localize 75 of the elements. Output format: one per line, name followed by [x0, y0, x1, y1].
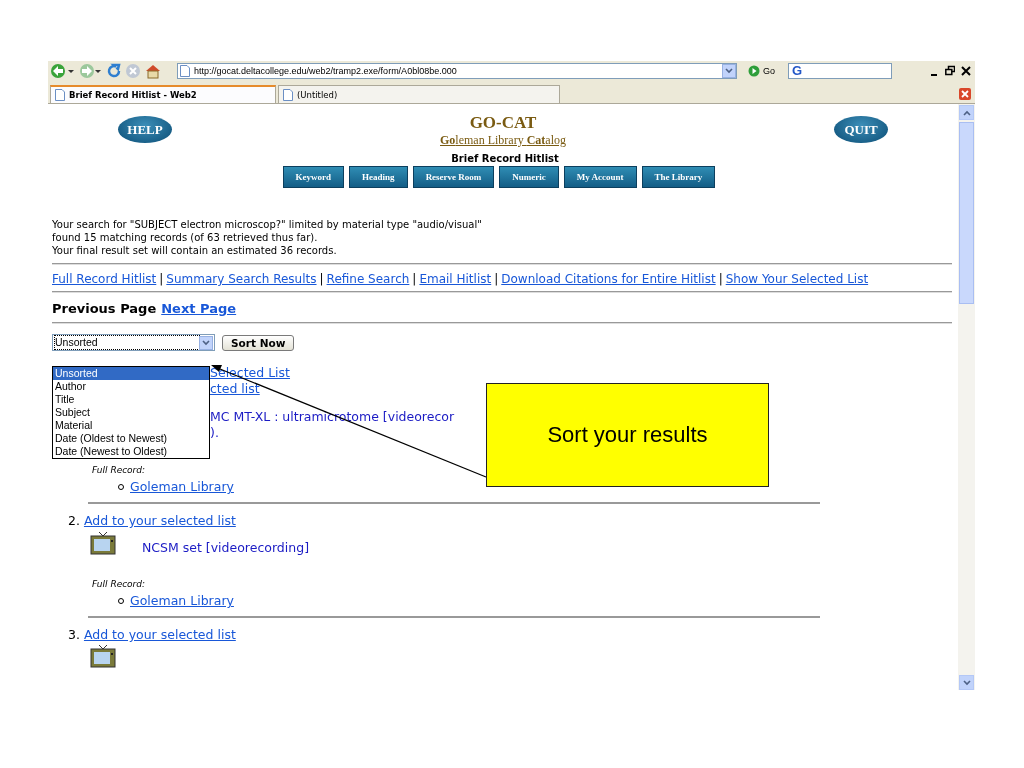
result-link[interactable]: Download Citations for Entire Hitlist: [501, 272, 716, 286]
scroll-up-button[interactable]: [959, 105, 974, 120]
sort-option[interactable]: Date (Newest to Oldest): [53, 445, 209, 458]
record-title: ).: [210, 425, 219, 441]
result-link[interactable]: Full Record Hitlist: [52, 272, 157, 286]
previous-page-label: Previous Page: [52, 301, 157, 316]
page-icon: [283, 88, 293, 101]
caret-icon: [962, 109, 971, 116]
browser-tab[interactable]: (Untitled): [278, 85, 560, 103]
sort-option[interactable]: Unsorted: [53, 367, 209, 380]
close-tab-icon[interactable]: [959, 88, 971, 100]
full-record-label: Full Record:: [92, 465, 147, 475]
tv-icon: [90, 530, 116, 555]
search-summary-line: Your final result set will contain an estimated 36 records.: [52, 244, 338, 257]
sort-option[interactable]: Material: [53, 419, 209, 432]
catalog-subtitle-link[interactable]: Goleman Library Catalog: [440, 132, 566, 148]
location-link[interactable]: Goleman Library: [130, 479, 234, 494]
result-link[interactable]: Email Hitlist: [419, 272, 492, 286]
page-icon: [180, 65, 190, 77]
link-separator: |: [412, 272, 417, 286]
nav-button[interactable]: Numeric: [499, 166, 559, 188]
browser-tab[interactable]: Brief Record Hitlist - Web2: [50, 85, 276, 103]
dropdown-button[interactable]: [199, 335, 213, 350]
close-icon[interactable]: [961, 65, 971, 77]
caret-icon: [202, 339, 210, 346]
search-summary-line: found 15 matching records (of 63 retrieved thus far).: [52, 231, 319, 244]
restore-icon[interactable]: [945, 65, 955, 77]
record-title: NCSM set [videorecording]: [142, 540, 309, 555]
play-icon: [748, 65, 760, 77]
result-link[interactable]: Show Your Selected List: [725, 272, 869, 286]
dropdown-button[interactable]: [722, 64, 736, 78]
link-separator: |: [494, 272, 499, 286]
add-to-list-link[interactable]: Add to your selected list: [83, 627, 236, 642]
caret-icon: [962, 679, 971, 686]
address-field[interactable]: http://gocat.deltacollege.edu/web2/tramp2.exe/form/A0bl08be.000: [177, 63, 737, 79]
caret-icon: [725, 68, 733, 74]
page-title: Brief Record Hitlist: [450, 153, 560, 164]
nav-button[interactable]: Reserve Room: [412, 166, 495, 188]
tv-icon: [90, 644, 116, 668]
quit-button[interactable]: QUIT: [834, 116, 888, 143]
nav-button[interactable]: The Library: [641, 166, 716, 188]
nav-button[interactable]: Keyword: [282, 166, 345, 188]
sort-now-button[interactable]: Sort Now: [222, 334, 295, 351]
result-link[interactable]: Refine Search: [326, 272, 410, 286]
sort-option[interactable]: Title: [53, 393, 209, 406]
location-link[interactable]: Goleman Library: [130, 593, 234, 608]
link-separator: |: [319, 272, 324, 286]
refresh-icon[interactable]: [106, 63, 122, 79]
home-icon[interactable]: [144, 63, 162, 79]
back-icon[interactable]: [50, 63, 76, 79]
full-record-label: Full Record:: [92, 579, 147, 589]
sort-option[interactable]: Date (Oldest to Newest): [53, 432, 209, 445]
forward-icon[interactable]: [79, 63, 103, 79]
help-button[interactable]: HELP: [118, 116, 172, 143]
sort-option[interactable]: Subject: [53, 406, 209, 419]
scroll-down-button[interactable]: [959, 675, 974, 690]
selected-list-link[interactable]: cted list: [210, 381, 260, 396]
page-icon: [55, 89, 65, 101]
sort-option[interactable]: Author: [53, 380, 209, 393]
next-page-link[interactable]: Next Page: [161, 301, 237, 316]
link-separator: |: [159, 272, 164, 286]
sort-select[interactable]: Unsorted: [52, 334, 215, 351]
nav-button[interactable]: My Account: [563, 166, 637, 188]
catalog-title: GO-CAT: [469, 114, 537, 132]
record-number: 3.: [68, 627, 80, 642]
nav-button[interactable]: Heading: [349, 166, 408, 188]
search-summary-line: Your search for "SUBJECT electron microscop?" limited by material type "audio/visual": [52, 218, 483, 231]
scrollbar-thumb[interactable]: [959, 122, 974, 304]
callout-note: Sort your results: [486, 383, 769, 487]
link-separator: |: [718, 272, 723, 286]
add-to-list-link[interactable]: Add to your selected list: [83, 513, 236, 528]
record-number: 2.: [68, 513, 80, 528]
result-link[interactable]: Summary Search Results: [166, 272, 317, 286]
go-button[interactable]: Go: [746, 64, 777, 78]
search-field[interactable]: G: [788, 63, 892, 79]
